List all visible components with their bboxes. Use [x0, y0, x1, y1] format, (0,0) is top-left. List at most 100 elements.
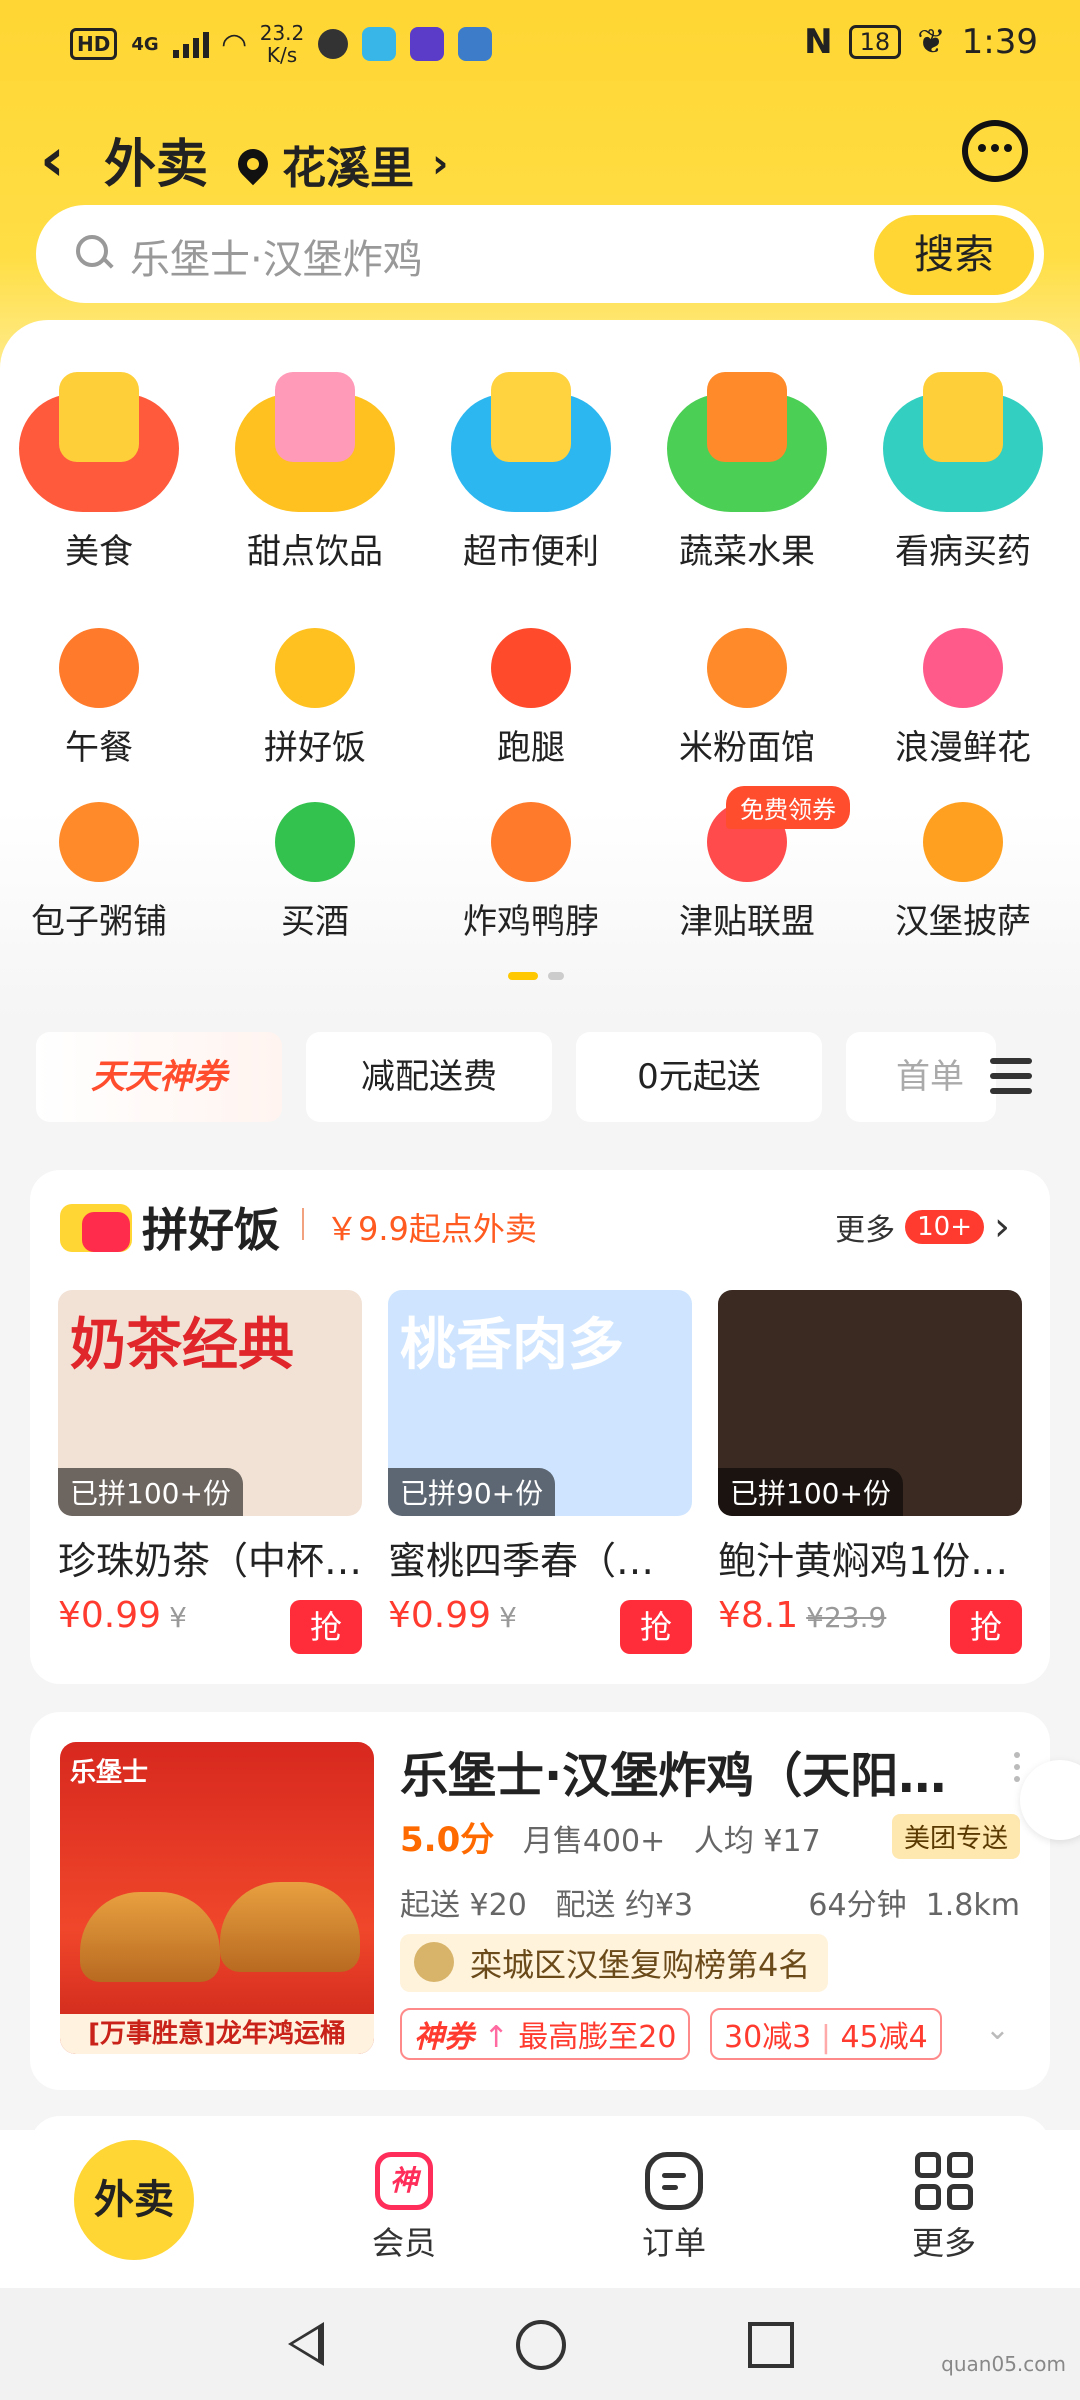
location-name: 花溪里	[282, 143, 414, 194]
category-row1-3[interactable]: 米粉面馆	[662, 628, 832, 769]
home-icon[interactable]	[516, 2320, 566, 2370]
top-header: ‹ 外卖 花溪里 ›	[0, 110, 1080, 220]
joined-count: 已拼90+份	[388, 1468, 556, 1516]
divider: |	[820, 2020, 831, 2055]
category-label: 蔬菜水果	[679, 532, 815, 572]
grab-button[interactable]: 抢	[620, 1600, 692, 1654]
more-count-badge: 10+	[905, 1210, 984, 1244]
deal-original-price: ¥	[169, 1601, 187, 1634]
category-row2-1[interactable]: 买酒	[230, 802, 400, 943]
deal-name: 鲍汁黄焖鸡1份…	[718, 1539, 1009, 1583]
search-bar[interactable]: 乐堡士·汉堡炸鸡 搜索	[36, 205, 1044, 303]
filter-first-order[interactable]: 首单	[846, 1032, 996, 1122]
store-image[interactable]: 乐堡士 [万事胜意]龙年鸿运桶	[60, 1742, 374, 2054]
avg-price: 人均 ¥17	[693, 1824, 821, 1859]
more-options-icon[interactable]	[1014, 1752, 1020, 1788]
category-icon	[451, 372, 611, 512]
search-input[interactable]: 乐堡士·汉堡炸鸡	[130, 227, 423, 285]
category-0[interactable]: 美食	[14, 372, 184, 573]
coupon-text: 最高膨至20	[518, 2020, 677, 2055]
group-deal-more-link[interactable]: 更多 10+ ›	[835, 1204, 1010, 1250]
category-3[interactable]: 蔬菜水果	[662, 372, 832, 573]
deal-item[interactable]: 桃香肉多 已拼90+份 蜜桃四季春（… ¥0.99 ¥ 抢	[388, 1290, 692, 1654]
deal-original-price: ¥23.9	[806, 1601, 887, 1634]
category-row2-0[interactable]: 包子粥铺	[14, 802, 184, 943]
deal-price: ¥8.1	[718, 1595, 799, 1636]
deal-headline: 桃香肉多	[400, 1313, 624, 1378]
distance: 1.8km	[925, 1888, 1020, 1923]
filter-zero-minimum[interactable]: 0元起送	[576, 1032, 822, 1122]
chevron-right-icon: ›	[994, 1204, 1010, 1250]
nav-orders-tab[interactable]: 订单	[614, 2152, 734, 2264]
grab-button[interactable]: 抢	[290, 1600, 362, 1654]
category-icon	[275, 628, 355, 708]
category-row1-0[interactable]: 午餐	[14, 628, 184, 769]
category-row1-4[interactable]: 浪漫鲜花	[878, 628, 1048, 769]
rank-text: 栾城区汉堡复购榜第4名	[470, 1946, 811, 1984]
leaf-icon: ❦	[917, 22, 946, 62]
nav-vip-tab[interactable]: 神 会员	[344, 2152, 464, 2264]
category-row2-4[interactable]: 汉堡披萨	[878, 802, 1048, 943]
category-1[interactable]: 甜点饮品	[230, 372, 400, 573]
expand-chevron-icon[interactable]: ⌄	[985, 2012, 1010, 2047]
category-4[interactable]: 看病买药	[878, 372, 1048, 573]
message-icon[interactable]	[962, 120, 1028, 182]
back-arrow-icon[interactable]: ‹	[40, 130, 90, 192]
category-label: 买酒	[281, 902, 349, 942]
category-label: 跑腿	[497, 728, 565, 768]
deal-item[interactable]: 奶茶经典 已拼100+份 珍珠奶茶（中杯… ¥0.99 ¥ 抢	[58, 1290, 362, 1654]
deal-image[interactable]: 已拼100+份	[718, 1290, 1022, 1516]
page-title: 外卖	[104, 135, 209, 195]
store-rating: 5.0分	[400, 1820, 495, 1860]
store-card[interactable]: 乐堡士 [万事胜意]龙年鸿运桶 乐堡士·汉堡炸鸡（天阳… 5.0分 月售400+…	[30, 1712, 1050, 2090]
category-row1-2[interactable]: 跑腿	[446, 628, 616, 769]
filter-daily-coupon[interactable]: 天天神券	[36, 1032, 282, 1122]
nav-home-tab[interactable]: 外卖	[74, 2140, 194, 2260]
category-2[interactable]: 超市便利	[446, 372, 616, 573]
page-indicator	[508, 972, 564, 980]
system-navigation-bar	[0, 2288, 1080, 2400]
category-label: 米粉面馆	[679, 728, 815, 768]
deal-headline: 奶茶经典	[70, 1313, 294, 1378]
location-pin-icon	[231, 142, 275, 186]
hd-indicator: HD	[70, 28, 118, 60]
group-deal-subtitle: ￥9.9起点外卖	[326, 1210, 537, 1248]
back-icon[interactable]	[288, 2322, 324, 2366]
deal-item[interactable]: 已拼100+份鲍汁黄焖鸡1份… ¥8.1 ¥23.9 抢	[718, 1290, 1022, 1654]
joined-count: 已拼100+份	[718, 1468, 903, 1516]
filter-reduced-delivery[interactable]: 减配送费	[306, 1032, 552, 1122]
network-type: 4G	[131, 33, 159, 55]
wifi-icon: ◠	[222, 26, 246, 62]
recents-icon[interactable]	[748, 2322, 794, 2368]
store-banner: [万事胜意]龙年鸿运桶	[60, 2014, 374, 2054]
min-order: 起送 ¥20	[400, 1888, 527, 1923]
delivery-tag: 美团专送	[891, 1814, 1020, 1859]
category-label: 拼好饭	[264, 728, 366, 768]
category-label: 浪漫鲜花	[895, 728, 1031, 768]
nav-more-tab[interactable]: 更多	[884, 2152, 1004, 2264]
category-row1-1[interactable]: 拼好饭	[230, 628, 400, 769]
battery-icon: 18	[848, 25, 902, 59]
category-icon	[19, 372, 179, 512]
store-brand-label: 乐堡士	[70, 1758, 149, 1788]
grid-icon	[915, 2152, 973, 2210]
category-label: 包子粥铺	[31, 902, 167, 942]
grab-button[interactable]: 抢	[950, 1600, 1022, 1654]
deal-image[interactable]: 桃香肉多已拼90+份	[388, 1290, 692, 1516]
burger-image	[80, 1892, 220, 1982]
deal-image[interactable]: 奶茶经典已拼100+份	[58, 1290, 362, 1516]
category-label: 炸鸡鸭脖	[463, 902, 599, 942]
joined-count: 已拼100+份	[58, 1468, 243, 1516]
category-icon	[883, 372, 1043, 512]
divider	[302, 1208, 304, 1240]
search-button[interactable]: 搜索	[874, 215, 1034, 295]
deal-name: 珍珠奶茶（中杯…	[58, 1539, 362, 1583]
delivery-time: 64分钟	[808, 1888, 907, 1923]
category-icon	[59, 802, 139, 882]
location-selector[interactable]: 花溪里 ›	[231, 132, 448, 196]
filter-menu-icon[interactable]	[990, 1058, 1032, 1103]
category-row2-2[interactable]: 炸鸡鸭脖	[446, 802, 616, 943]
category-label: 甜点饮品	[247, 532, 383, 572]
nav-more-label: 更多	[911, 2224, 976, 2262]
promo-1: 30减3	[724, 2020, 812, 2055]
